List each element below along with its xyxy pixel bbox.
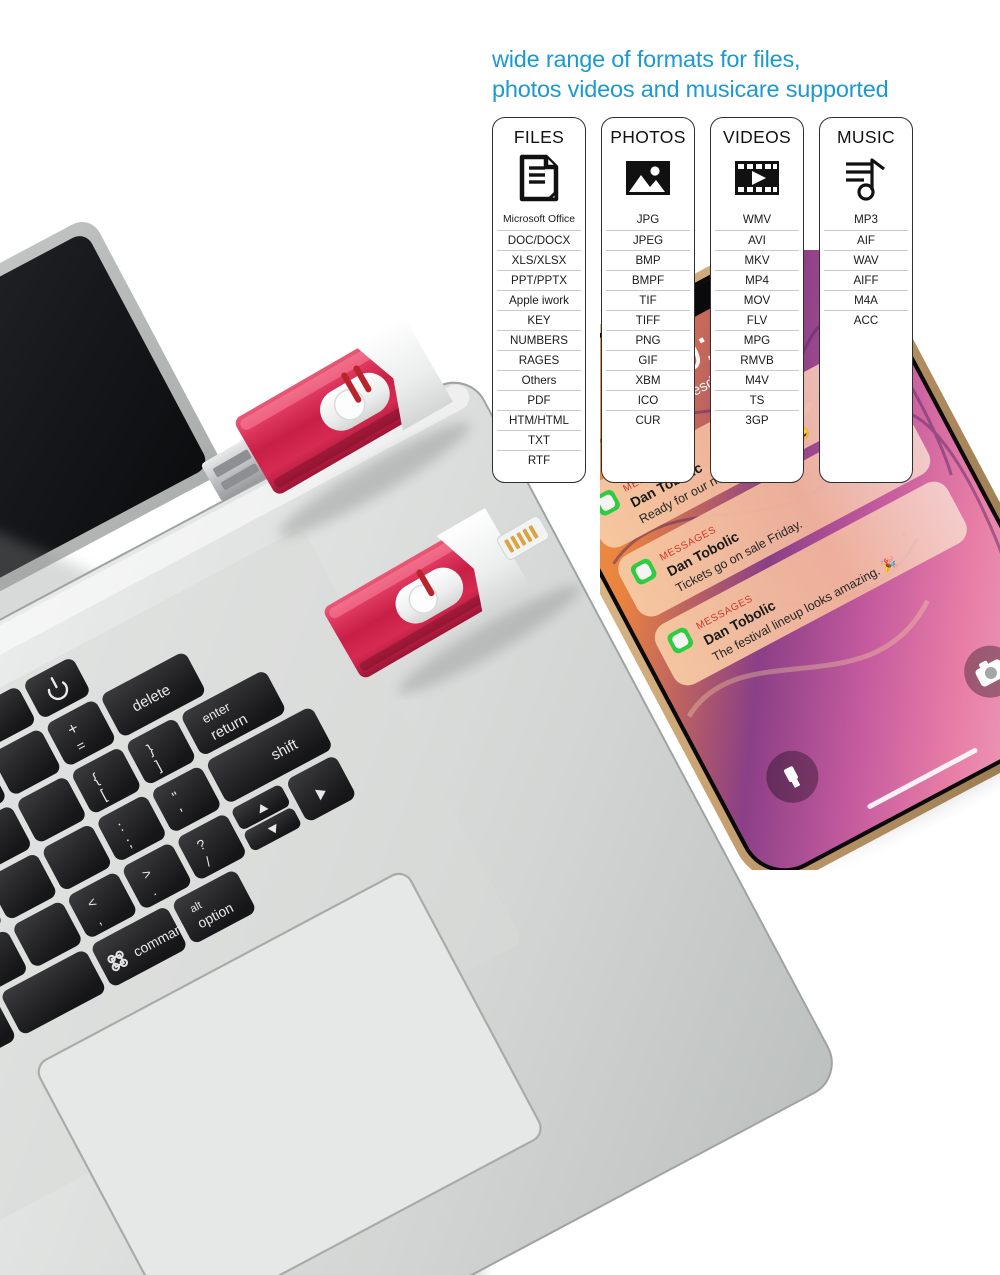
card-title-videos: VIDEOS — [723, 127, 791, 147]
format-row: 3GP — [715, 410, 799, 430]
format-row: TXT — [497, 430, 581, 450]
format-row: FLV — [715, 310, 799, 330]
format-card-music: MUSIC MP3 AIF WAV AIFF M4A ACC — [819, 117, 913, 483]
format-row: MOV — [715, 290, 799, 310]
format-row: RTF — [497, 450, 581, 470]
format-row: MPG — [715, 330, 799, 350]
format-row: JPG — [636, 213, 660, 226]
format-row: HTM/HTML — [497, 410, 581, 430]
format-row: WMV — [742, 213, 772, 226]
format-row: ACC — [824, 310, 908, 330]
format-row: TIF — [606, 290, 690, 310]
format-row: PDF — [497, 390, 581, 410]
music-note-icon — [842, 150, 890, 206]
usb-drive-upper — [201, 315, 470, 537]
format-row: XLS/XLSX — [497, 250, 581, 270]
format-row: PNG — [606, 330, 690, 350]
film-icon — [734, 150, 780, 206]
format-row: MP3 — [854, 213, 878, 226]
format-row: M4V — [715, 370, 799, 390]
usb-drive-lower — [324, 508, 581, 694]
format-row: Others — [497, 370, 581, 390]
format-card-files: FILES Microsoft Office DOC/DOCX XLS/XLSX… — [492, 117, 586, 483]
format-row: DOC/DOCX — [497, 230, 581, 250]
format-row: TIFF — [606, 310, 690, 330]
picture-icon — [625, 150, 671, 206]
format-row: WAV — [824, 250, 908, 270]
format-list-files: Microsoft Office DOC/DOCX XLS/XLSX PPT/P… — [497, 210, 581, 470]
format-row: M4A — [824, 290, 908, 310]
document-icon — [519, 150, 559, 206]
format-list-photos: JPG JPEG BMP BMPF TIF TIFF PNG GIF XBM I… — [606, 210, 690, 430]
format-row: MP4 — [715, 270, 799, 290]
format-row: ICO — [606, 390, 690, 410]
format-row: AIF — [824, 230, 908, 250]
format-row: PPT/PPTX — [497, 270, 581, 290]
format-row: AIFF — [824, 270, 908, 290]
format-row: RMVB — [715, 350, 799, 370]
format-row: Microsoft Office — [503, 214, 575, 225]
format-row: BMPF — [606, 270, 690, 290]
format-row: BMP — [606, 250, 690, 270]
format-row: NUMBERS — [497, 330, 581, 350]
format-cards: FILES Microsoft Office DOC/DOCX XLS/XLSX… — [492, 117, 940, 483]
format-card-photos: PHOTOS JPG JPEG BMP BMPF TIF TIFF PNG GI… — [601, 117, 695, 483]
format-row: JPEG — [606, 230, 690, 250]
format-card-videos: VIDEOS WMV AVI MKV MP4 MOV FLV MPG RMVB … — [710, 117, 804, 483]
format-row: RAGES — [497, 350, 581, 370]
format-row: CUR — [606, 410, 690, 430]
card-title-files: FILES — [513, 127, 565, 147]
format-list-music: MP3 AIF WAV AIFF M4A ACC — [824, 210, 908, 330]
format-row: AVI — [715, 230, 799, 250]
format-row: Apple iwork — [497, 290, 581, 310]
format-row: XBM — [606, 370, 690, 390]
format-row: MKV — [715, 250, 799, 270]
format-list-videos: WMV AVI MKV MP4 MOV FLV MPG RMVB M4V TS … — [715, 210, 799, 430]
card-title-music: MUSIC — [837, 127, 895, 147]
card-title-photos: PHOTOS — [610, 127, 686, 147]
format-row: KEY — [497, 310, 581, 330]
format-row: TS — [715, 390, 799, 410]
format-row: GIF — [606, 350, 690, 370]
